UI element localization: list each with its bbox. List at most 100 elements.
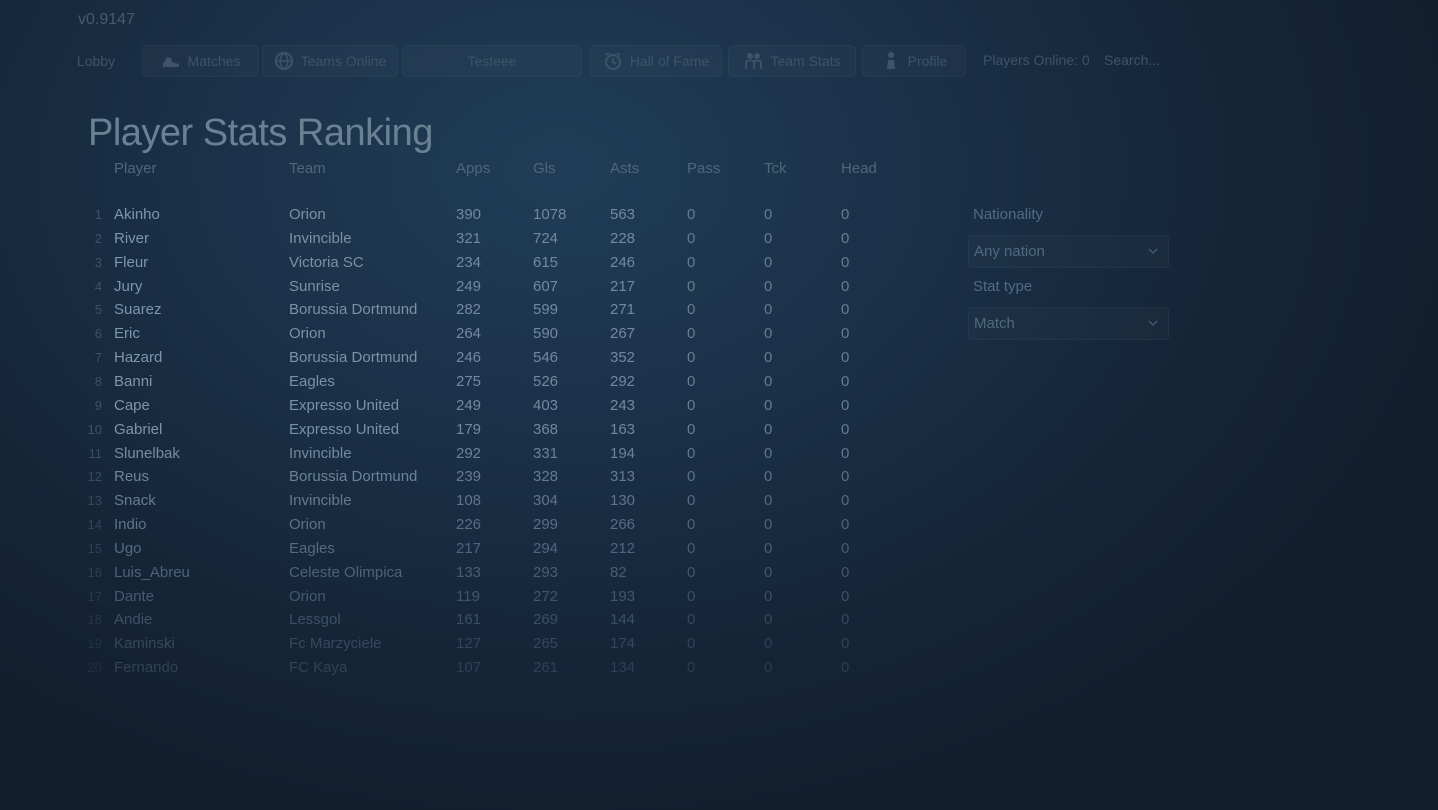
column-header-pass[interactable]: Pass: [687, 160, 720, 177]
team-name: Orion: [289, 206, 326, 223]
pass-cell: 0: [687, 206, 696, 223]
assists-cell: 352: [610, 349, 636, 367]
pass-cell: 0: [687, 611, 696, 629]
table-row[interactable]: 10 Gabriel Expresso United 179 368 163 0 0 0: [0, 419, 900, 441]
column-header-player[interactable]: Player: [114, 160, 157, 177]
nav-teams-online-button[interactable]: Teams Online: [262, 45, 398, 77]
pass-cell: 0: [687, 444, 696, 462]
stat-type-select[interactable]: Match: [968, 307, 1169, 340]
apps-cell: 390: [456, 206, 482, 223]
team-name: Invincible: [289, 444, 352, 462]
player-name: Eric: [114, 325, 140, 343]
nationality-select[interactable]: Any nation: [968, 235, 1169, 268]
pass-cell: 0: [687, 635, 696, 653]
goals-cell: 615: [533, 253, 559, 271]
table-row[interactable]: 16 Luis_Abreu Celeste Olimpica 133 293 82 0 0 0: [0, 562, 900, 584]
table-row[interactable]: 18 Andie Lessgol 161 269 144 0 0 0: [0, 609, 900, 631]
team-name: Borussia Dortmund: [289, 468, 418, 486]
table-row[interactable]: 5 Suarez Borussia Dortmund 282 599 271 0 0 0: [0, 299, 900, 321]
head-cell: 0: [841, 492, 850, 510]
goals-cell: 261: [533, 659, 559, 677]
player-name: Banni: [114, 372, 153, 390]
table-row[interactable]: 8 Banni Eagles 275 526 292 0 0 0: [0, 371, 900, 393]
assists-cell: 82: [610, 563, 627, 581]
table-row[interactable]: 12 Reus Borussia Dortmund 239 328 313 0 0 0: [0, 466, 900, 488]
assists-cell: 193: [610, 587, 636, 605]
table-row[interactable]: 6 Eric Orion 264 590 267 0 0 0: [0, 323, 900, 345]
table-row[interactable]: 17 Dante Orion 119 272 193 0 0 0: [0, 586, 900, 608]
nav-team-stats-button[interactable]: Team Stats: [728, 45, 856, 77]
tackles-cell: 0: [764, 206, 773, 223]
table-row[interactable]: 1 Akinho Orion 390 1078 563 0 0 0: [0, 204, 900, 226]
table-row[interactable]: 2 River Invincible 321 724 228 0 0 0: [0, 228, 900, 250]
player-name: Fleur: [114, 253, 149, 271]
column-header-tackles[interactable]: Tck: [764, 160, 787, 177]
nav-lobby-button[interactable]: Lobby: [60, 45, 132, 77]
tackles-cell: 0: [764, 396, 773, 414]
table-row[interactable]: 14 Indio Orion 226 299 266 0 0 0: [0, 514, 900, 536]
head-cell: 0: [841, 539, 850, 557]
team-name: FC Kaya: [289, 659, 348, 677]
nav-hall-of-fame-button[interactable]: Hall of Fame: [590, 45, 722, 77]
head-cell: 0: [841, 372, 850, 390]
pass-cell: 0: [687, 325, 696, 343]
head-cell: 0: [841, 611, 850, 629]
team-name: Fc Marzyciele: [289, 635, 382, 653]
column-header-assists[interactable]: Asts: [610, 160, 639, 177]
pass-cell: 0: [687, 372, 696, 390]
table-row[interactable]: 15 Ugo Eagles 217 294 212 0 0 0: [0, 538, 900, 560]
assists-cell: 243: [610, 396, 636, 414]
column-header-head[interactable]: Head: [841, 160, 877, 177]
tackles-cell: 0: [764, 349, 773, 367]
nav-label: Testeee: [467, 53, 517, 69]
assists-cell: 246: [610, 253, 636, 271]
nationality-value: Any nation: [974, 243, 1045, 260]
head-cell: 0: [841, 516, 850, 534]
column-header-goals[interactable]: Gls: [533, 160, 556, 177]
rank-cell: 11: [88, 445, 103, 461]
table-row[interactable]: 4 Jury Sunrise 249 607 217 0 0 0: [0, 276, 900, 298]
table-row[interactable]: 7 Hazard Borussia Dortmund 246 546 352 0 0 0: [0, 347, 900, 369]
head-cell: 0: [841, 325, 850, 343]
column-header-apps[interactable]: Apps: [456, 160, 490, 177]
nav-profile-button[interactable]: Profile: [862, 45, 966, 77]
head-cell: 0: [841, 396, 850, 414]
pass-cell: 0: [687, 659, 696, 677]
table-row[interactable]: 3 Fleur Victoria SC 234 615 246 0 0 0: [0, 252, 900, 274]
head-cell: 0: [841, 349, 850, 367]
pass-cell: 0: [687, 301, 696, 319]
assists-cell: 130: [610, 492, 636, 510]
table-row[interactable]: 19 Kaminski Fc Marzyciele 127 265 174 0 0 0: [0, 633, 900, 655]
tackles-cell: 0: [764, 277, 773, 295]
apps-cell: 249: [456, 277, 482, 295]
team-name: Lessgol: [289, 611, 341, 629]
nav-testeee-button[interactable]: Testeee: [402, 45, 582, 77]
table-row[interactable]: 9 Cape Expresso United 249 403 243 0 0 0: [0, 395, 900, 417]
goals-cell: 590: [533, 325, 559, 343]
table-row[interactable]: 20 Fernando FC Kaya 107 261 134 0 0 0: [0, 657, 900, 679]
assists-cell: 144: [610, 611, 636, 629]
search-input[interactable]: [1102, 46, 1306, 74]
nav-matches-button[interactable]: Matches: [142, 45, 259, 77]
player-name: Akinho: [114, 206, 160, 223]
head-cell: 0: [841, 563, 850, 581]
pass-cell: 0: [687, 468, 696, 486]
goals-cell: 403: [533, 396, 559, 414]
apps-cell: 119: [456, 587, 480, 605]
apps-cell: 292: [456, 444, 482, 462]
table-row[interactable]: 13 Snack Invincible 108 304 130 0 0 0: [0, 490, 900, 512]
column-header-team[interactable]: Team: [289, 160, 326, 177]
head-cell: 0: [841, 206, 850, 223]
tackles-cell: 0: [764, 301, 773, 319]
goals-cell: 272: [533, 587, 559, 605]
apps-cell: 226: [456, 516, 482, 534]
player-name: River: [114, 229, 150, 247]
page-title: Player Stats Ranking: [88, 112, 433, 154]
rank-cell: 12: [87, 469, 102, 485]
table-row[interactable]: 11 Slunelbak Invincible 292 331 194 0 0 0: [0, 443, 900, 465]
player-name: Hazard: [114, 349, 163, 367]
assists-cell: 292: [610, 372, 636, 390]
player-name: Snack: [114, 492, 156, 510]
assists-cell: 212: [610, 539, 636, 557]
apps-cell: 133: [456, 563, 482, 581]
